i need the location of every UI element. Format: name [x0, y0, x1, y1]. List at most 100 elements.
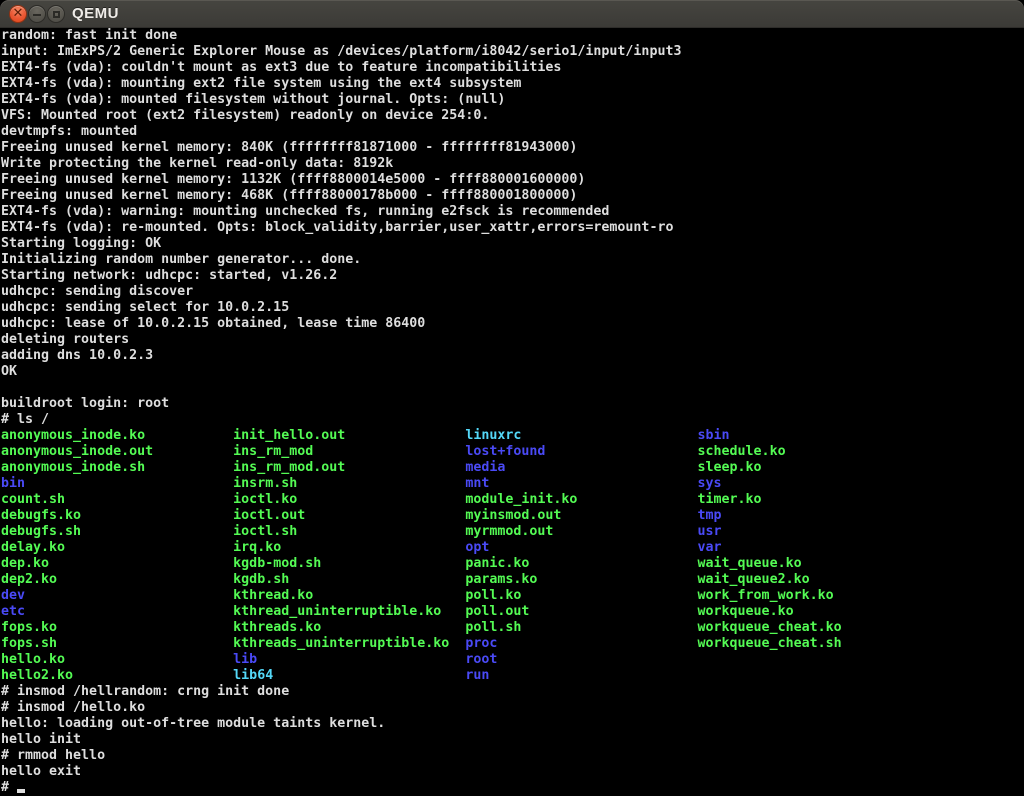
column-padding	[505, 460, 697, 475]
file-entry: schedule.ko	[698, 444, 786, 459]
column-padding	[345, 428, 465, 443]
console-line: # insmod /hellrandom: crng init done	[1, 684, 1024, 700]
maximize-icon	[53, 11, 60, 18]
console-line: # insmod /hello.ko	[1, 700, 1024, 716]
file-entry: anonymous_inode.out	[1, 444, 153, 459]
titlebar[interactable]: ✕ QEMU	[0, 0, 1024, 28]
file-entry: kthread.ko	[233, 588, 313, 603]
file-entry: ioctl.sh	[233, 524, 297, 539]
console-line: adding dns 10.0.2.3	[1, 348, 1024, 364]
console-line: EXT4-fs (vda): mounting ext2 file system…	[1, 76, 1024, 92]
column-padding	[81, 524, 233, 539]
console-line: deleting routers	[1, 332, 1024, 348]
column-padding	[553, 524, 697, 539]
column-padding	[57, 636, 233, 651]
file-entry: hello2.ko	[1, 668, 73, 683]
file-entry: kthreads_uninterruptible.ko	[233, 636, 449, 651]
console-line: # ls /	[1, 412, 1024, 428]
file-entry: linuxrc	[465, 428, 521, 443]
column-padding	[153, 444, 233, 459]
console-line: Freeing unused kernel memory: 840K (ffff…	[1, 140, 1024, 156]
file-entry: bin	[1, 476, 25, 491]
console-line: hello exit	[1, 764, 1024, 780]
column-padding	[449, 636, 465, 651]
column-padding	[57, 620, 233, 635]
column-padding	[577, 492, 697, 507]
file-entry: poll.out	[465, 604, 529, 619]
file-listing-row: delay.ko irq.ko opt var	[1, 540, 1024, 556]
column-padding	[313, 444, 465, 459]
file-entry: ins_rm_mod.out	[233, 460, 345, 475]
file-entry: workqueue.ko	[698, 604, 794, 619]
column-padding	[321, 620, 465, 635]
file-entry: panic.ko	[465, 556, 529, 571]
console-line: input: ImExPS/2 Generic Explorer Mouse a…	[1, 44, 1024, 60]
file-listing-row: debugfs.ko ioctl.out myinsmod.out tmp	[1, 508, 1024, 524]
file-listing-row: fops.sh kthreads_uninterruptible.ko proc…	[1, 636, 1024, 652]
file-entry: opt	[465, 540, 489, 555]
file-entry: kthread_uninterruptible.ko	[233, 604, 441, 619]
console-line: hello: loading out-of-tree module taints…	[1, 716, 1024, 732]
console-line: EXT4-fs (vda): warning: mounting uncheck…	[1, 204, 1024, 220]
file-listing-row: anonymous_inode.out ins_rm_mod lost+foun…	[1, 444, 1024, 460]
file-entry: hello.ko	[1, 652, 65, 667]
file-entry: sys	[698, 476, 722, 491]
file-entry: media	[465, 460, 505, 475]
console-line: Freeing unused kernel memory: 1132K (fff…	[1, 172, 1024, 188]
maximize-button[interactable]	[47, 5, 65, 23]
file-listing-row: dep.ko kgdb-mod.sh panic.ko wait_queue.k…	[1, 556, 1024, 572]
column-padding	[257, 652, 465, 667]
close-icon: ✕	[13, 7, 24, 20]
column-padding	[57, 572, 233, 587]
console-line: Starting network: udhcpc: started, v1.26…	[1, 268, 1024, 284]
qemu-window: ✕ QEMU random: fast init doneinput: ImEx…	[0, 0, 1024, 796]
file-entry: anonymous_inode.ko	[1, 428, 145, 443]
column-padding	[321, 556, 465, 571]
console-line: udhcpc: sending select for 10.0.2.15	[1, 300, 1024, 316]
file-entry: irq.ko	[233, 540, 281, 555]
column-padding	[441, 604, 465, 619]
file-entry: myinsmod.out	[465, 508, 561, 523]
file-entry: dep2.ko	[1, 572, 57, 587]
file-listing-row: bin insrm.sh mnt sys	[1, 476, 1024, 492]
column-padding	[521, 428, 697, 443]
shell-prompt: #	[1, 780, 17, 795]
column-padding	[529, 556, 697, 571]
file-entry: ins_rm_mod	[233, 444, 313, 459]
column-padding	[281, 540, 465, 555]
column-padding	[521, 620, 697, 635]
terminal-cursor	[17, 789, 25, 793]
file-entry: init_hello.out	[233, 428, 345, 443]
file-entry: myrmmod.out	[465, 524, 553, 539]
file-listing-row: hello2.ko lib64 run	[1, 668, 1024, 684]
file-entry: work_from_work.ko	[698, 588, 834, 603]
console-line: random: fast init done	[1, 28, 1024, 44]
column-padding	[25, 604, 233, 619]
column-padding	[489, 476, 697, 491]
terminal[interactable]: random: fast init doneinput: ImExPS/2 Ge…	[0, 28, 1024, 796]
column-padding	[289, 572, 465, 587]
console-line: OK	[1, 364, 1024, 380]
file-listing-row: dep2.ko kgdb.sh params.ko wait_queue2.ko	[1, 572, 1024, 588]
file-entry: sleep.ko	[698, 460, 762, 475]
file-entry: ioctl.ko	[233, 492, 297, 507]
column-padding	[489, 540, 697, 555]
console-line: EXT4-fs (vda): couldn't mount as ext3 du…	[1, 60, 1024, 76]
column-padding	[65, 540, 233, 555]
file-listing-row: anonymous_inode.ko init_hello.out linuxr…	[1, 428, 1024, 444]
file-listing-row: etc kthread_uninterruptible.ko poll.out …	[1, 604, 1024, 620]
column-padding	[297, 524, 465, 539]
file-entry: fops.ko	[1, 620, 57, 635]
file-entry: timer.ko	[698, 492, 762, 507]
console-line: hello init	[1, 732, 1024, 748]
column-padding	[145, 428, 233, 443]
column-padding	[25, 476, 233, 491]
minimize-button[interactable]	[28, 5, 46, 23]
file-entry: poll.ko	[465, 588, 521, 603]
file-entry: count.sh	[1, 492, 65, 507]
close-button[interactable]: ✕	[9, 5, 27, 23]
column-padding	[273, 668, 465, 683]
column-padding	[145, 460, 233, 475]
file-entry: delay.ko	[1, 540, 65, 555]
column-padding	[73, 668, 233, 683]
